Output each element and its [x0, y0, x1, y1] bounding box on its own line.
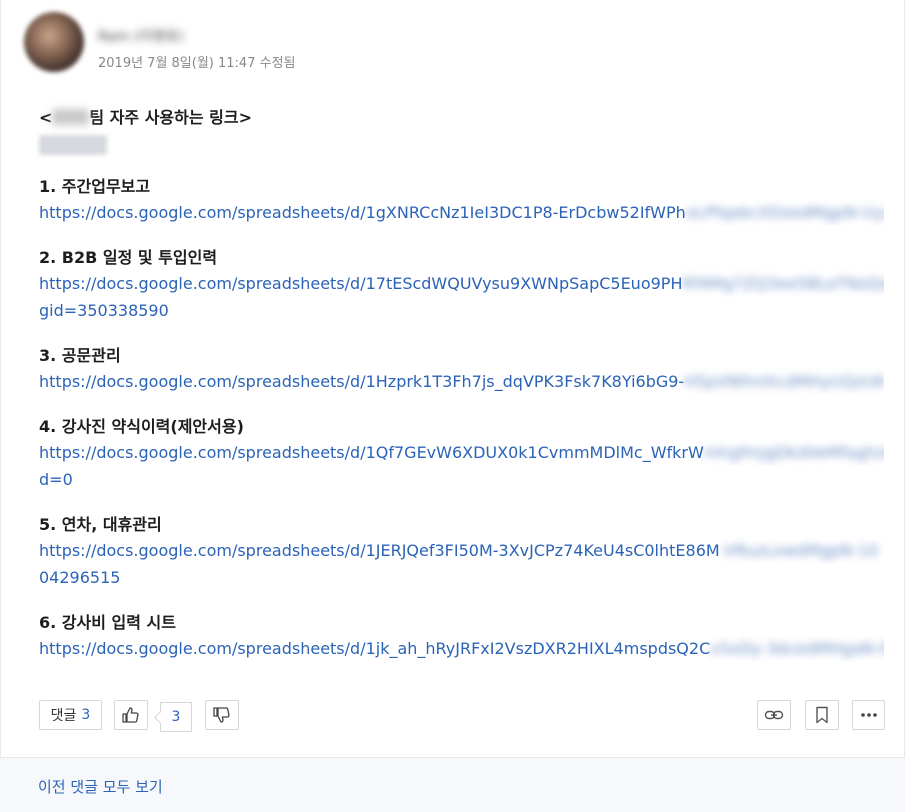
item-link-continued[interactable]: d=0: [39, 466, 884, 493]
thumbs-down-icon: [213, 707, 230, 723]
action-bar: 댓글 3 3: [39, 700, 885, 732]
comments-footer: 이전 댓글 모두 보기: [0, 757, 905, 812]
item-link-continued[interactable]: gid=350338590: [39, 297, 884, 324]
item-title: 2. B2B 일정 및 투입인력: [39, 248, 218, 267]
list-item: 2. B2B 일정 및 투입인력 https://docs.google.com…: [39, 246, 884, 324]
list-item: 6. 강사비 입력 시트 https://docs.google.com/spr…: [39, 611, 884, 662]
more-button[interactable]: [852, 700, 885, 730]
comment-button[interactable]: 댓글 3: [39, 700, 102, 730]
list-item: 4. 강사진 약식이력(제안서용) https://docs.google.co…: [39, 415, 884, 493]
comment-label: 댓글: [50, 708, 77, 724]
avatar[interactable]: [24, 12, 84, 72]
item-link[interactable]: https://docs.google.com/spreadsheets/d/1…: [39, 199, 884, 226]
bookmark-button[interactable]: [805, 700, 839, 730]
item-title: 3. 공문관리: [39, 346, 121, 365]
comment-count: 3: [81, 707, 91, 723]
edited-label: 수정됨: [259, 56, 296, 71]
post-date: 2019년 7월 8일(월) 11:47 수정됨: [98, 56, 296, 71]
more-icon: [860, 713, 877, 717]
item-link[interactable]: https://docs.google.com/spreadsheets/d/1…: [39, 537, 884, 564]
item-link[interactable]: https://docs.google.com/spreadsheets/d/1…: [39, 270, 884, 297]
item-title: 5. 연차, 대휴관리: [39, 515, 162, 534]
redacted-tag: [39, 135, 107, 155]
post-content: < 팀 자주 사용하는 링크> 1. 주간업무보고 https://docs.go…: [39, 106, 884, 662]
thumbs-up-icon: [122, 707, 139, 723]
bookmark-icon: [816, 706, 828, 724]
post-card: Ram (이영호) 2019년 7월 8일(월) 11:47 수정됨 < 팀 자주…: [0, 0, 905, 757]
item-link[interactable]: https://docs.google.com/spreadsheets/d/1…: [39, 368, 884, 395]
like-button[interactable]: [114, 700, 148, 730]
view-all-comments-link[interactable]: 이전 댓글 모두 보기: [38, 776, 163, 797]
item-title: 6. 강사비 입력 시트: [39, 613, 176, 632]
item-link[interactable]: https://docs.google.com/spreadsheets/d/1…: [39, 635, 884, 662]
item-link-continued[interactable]: 04296515: [39, 564, 884, 591]
list-item: 3. 공문관리 https://docs.google.com/spreadsh…: [39, 344, 884, 395]
like-count: 3: [160, 702, 192, 732]
link-icon: [764, 710, 784, 720]
post-title: < 팀 자주 사용하는 링크>: [39, 108, 253, 127]
item-title: 1. 주간업무보고: [39, 177, 151, 196]
item-link[interactable]: https://docs.google.com/spreadsheets/d/1…: [39, 439, 884, 466]
item-title: 4. 강사진 약식이력(제안서용): [39, 417, 244, 436]
list-item: 5. 연차, 대휴관리 https://docs.google.com/spre…: [39, 513, 884, 591]
dislike-button[interactable]: [205, 700, 239, 730]
copy-link-button[interactable]: [757, 700, 791, 730]
list-item: 1. 주간업무보고 https://docs.google.com/spread…: [39, 175, 884, 226]
author-name[interactable]: Ram (이영호): [98, 26, 184, 45]
redacted-team-name: [52, 109, 90, 125]
